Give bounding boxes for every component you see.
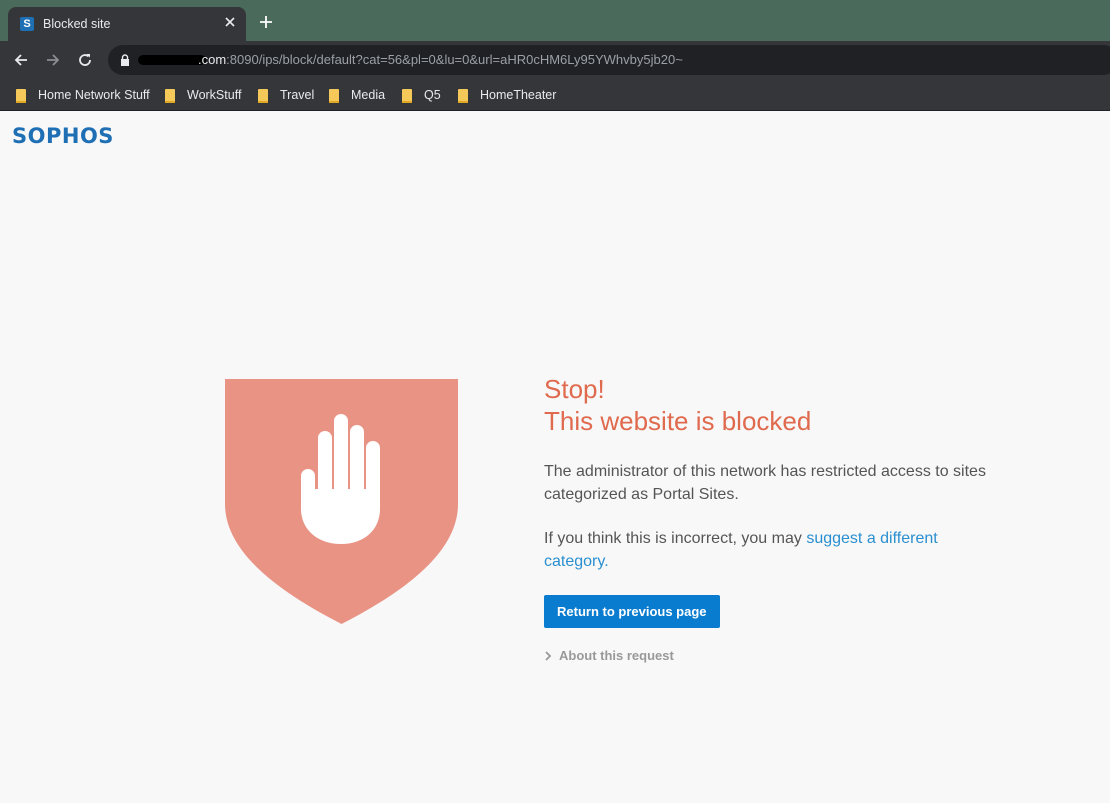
bookmark-home-network-stuff[interactable]: Home Network Stuff bbox=[16, 85, 150, 105]
lock-icon bbox=[121, 54, 129, 66]
folder-icon bbox=[258, 88, 268, 103]
about-request-toggle[interactable]: About this request bbox=[544, 648, 1004, 663]
folder-icon bbox=[16, 88, 26, 103]
forward-arrow-icon[interactable] bbox=[44, 51, 62, 69]
tab-title: Blocked site bbox=[43, 17, 111, 31]
tab-strip: S Blocked site bbox=[0, 0, 1110, 41]
folder-icon bbox=[329, 88, 339, 103]
tab-blocked-site[interactable]: S Blocked site bbox=[8, 7, 246, 41]
browser-toolbar: .com:8090/ips/block/default?cat=56&pl=0&… bbox=[0, 41, 1110, 79]
sophos-logo: SOPHOS bbox=[12, 124, 114, 148]
stop-hand-shield-icon bbox=[225, 379, 458, 624]
new-tab-plus-icon[interactable] bbox=[258, 14, 274, 30]
folder-icon bbox=[402, 88, 412, 103]
page-title: This website is blocked bbox=[544, 406, 812, 436]
reload-icon[interactable] bbox=[76, 51, 94, 69]
bookmark-workstuff[interactable]: WorkStuff bbox=[165, 85, 241, 105]
back-arrow-icon[interactable] bbox=[12, 51, 30, 69]
folder-icon bbox=[458, 88, 468, 103]
bookmark-hometheater[interactable]: HomeTheater bbox=[458, 85, 556, 105]
stop-heading: Stop! bbox=[544, 374, 605, 404]
bookmark-media[interactable]: Media bbox=[329, 85, 385, 105]
return-button[interactable]: Return to previous page bbox=[544, 595, 720, 628]
bookmark-travel[interactable]: Travel bbox=[258, 85, 314, 105]
address-bar[interactable]: .com:8090/ips/block/default?cat=56&pl=0&… bbox=[108, 45, 1110, 75]
sophos-favicon-icon: S bbox=[20, 17, 34, 31]
restriction-message: The administrator of this network has re… bbox=[544, 463, 986, 503]
url-text: .com:8090/ips/block/default?cat=56&pl=0&… bbox=[198, 52, 683, 67]
chevron-right-icon bbox=[545, 650, 552, 661]
bookmarks-bar: Home Network Stuff WorkStuff Travel Medi… bbox=[0, 79, 1110, 111]
close-icon[interactable] bbox=[222, 14, 238, 30]
bookmark-q5[interactable]: Q5 bbox=[402, 85, 441, 105]
block-message-panel: Stop! This website is blocked The admini… bbox=[544, 373, 1004, 663]
folder-icon bbox=[165, 88, 175, 103]
incorrect-message: If you think this is incorrect, you may … bbox=[544, 530, 938, 570]
